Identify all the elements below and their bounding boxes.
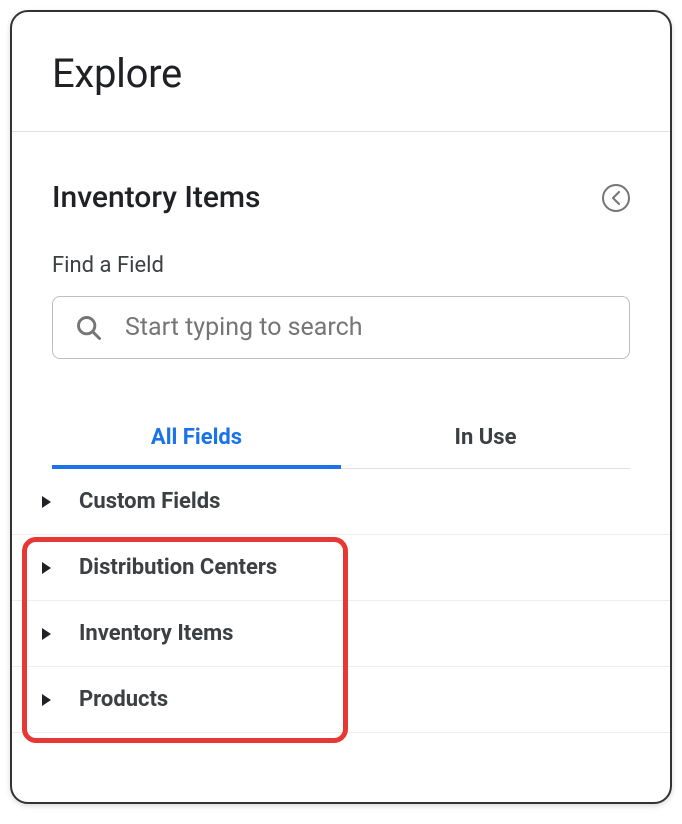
field-label: Custom Fields: [79, 489, 220, 514]
caret-right-icon: [42, 562, 51, 574]
caret-right-icon: [42, 694, 51, 706]
section-title: Inventory Items: [52, 180, 260, 215]
field-row-products[interactable]: Products: [12, 667, 670, 733]
chevron-left-icon: [611, 191, 621, 205]
field-list: Custom Fields Distribution Centers Inven…: [12, 469, 670, 733]
tab-all-fields[interactable]: All Fields: [52, 407, 341, 468]
page-title: Explore: [52, 50, 630, 97]
search-label: Find a Field: [52, 253, 630, 278]
panel-header: Explore: [12, 12, 670, 132]
field-row-inventory-items[interactable]: Inventory Items: [12, 601, 670, 667]
search-icon: [75, 314, 103, 342]
field-row-distribution-centers[interactable]: Distribution Centers: [12, 535, 670, 601]
collapse-button[interactable]: [602, 184, 630, 212]
caret-right-icon: [42, 496, 51, 508]
explore-panel: Explore Inventory Items Find a Field All…: [10, 10, 672, 804]
section-header: Inventory Items: [52, 180, 630, 215]
search-input[interactable]: [125, 313, 607, 342]
search-box[interactable]: [52, 296, 630, 359]
field-row-custom-fields[interactable]: Custom Fields: [12, 469, 670, 535]
caret-right-icon: [42, 628, 51, 640]
tabs-container: All Fields In Use: [52, 407, 630, 469]
field-label: Products: [79, 687, 168, 712]
field-label: Inventory Items: [79, 621, 233, 646]
fields-section: Inventory Items Find a Field All Fields …: [12, 132, 670, 469]
tab-in-use[interactable]: In Use: [341, 407, 630, 468]
field-label: Distribution Centers: [79, 555, 277, 580]
